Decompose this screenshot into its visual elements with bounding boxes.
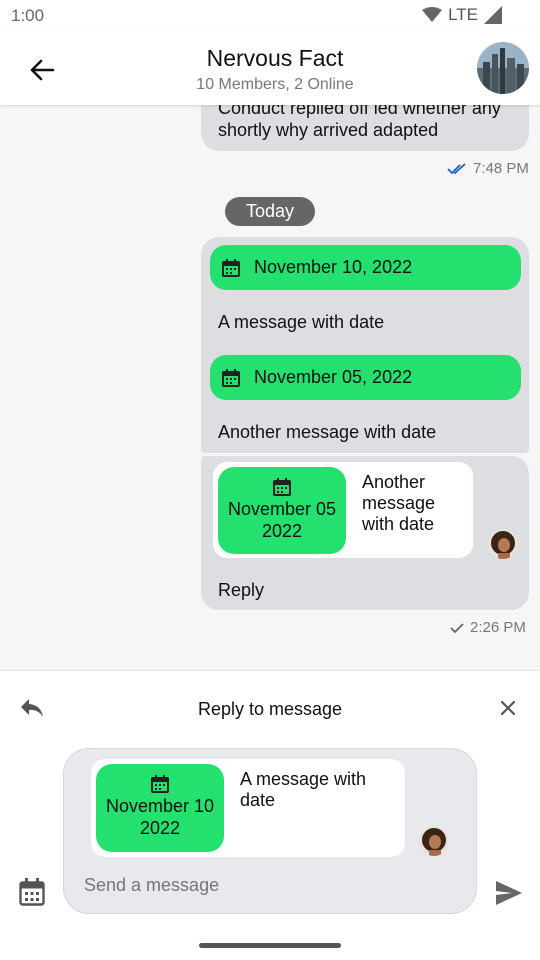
message-text: A message with date <box>218 312 385 332</box>
message-list[interactable]: Conduct replied off led whether any shor… <box>0 105 540 670</box>
date-attachment-label: November 10, 2022 <box>254 257 413 277</box>
calendar-icon <box>273 478 291 496</box>
composer-panel: Reply to message November 10 2022 A mess… <box>0 670 540 960</box>
date-attachment-label: November 05, 2022 <box>254 367 413 387</box>
reply-title: Reply to message <box>197 699 343 719</box>
reply-quoted-text: A message with date <box>240 769 367 810</box>
home-indicator[interactable] <box>199 943 341 948</box>
quoted-date-line2: 2022 <box>261 521 303 541</box>
calendar-icon <box>222 368 240 387</box>
message-text: Reply <box>218 580 265 600</box>
message-meta: 2:26 PM <box>450 619 526 636</box>
channel-title[interactable]: Nervous Fact <box>0 45 540 72</box>
status-time: 1:00 <box>11 6 45 25</box>
channel-avatar[interactable] <box>477 42 529 94</box>
calendar-icon[interactable] <box>19 878 45 906</box>
date-attachment[interactable]: November 05, 2022 <box>210 355 521 400</box>
signal-icon <box>484 6 502 24</box>
message-time: 7:48 PM <box>473 160 529 177</box>
send-icon[interactable] <box>494 878 524 908</box>
message-text: Another message with date <box>218 422 437 442</box>
chat-header: Nervous Fact 10 Members, 2 Online <box>0 32 540 105</box>
reply-quoted-date: November 10 2022 <box>96 764 224 852</box>
calendar-icon <box>151 775 169 793</box>
message-input[interactable] <box>84 875 384 896</box>
message-time: 2:26 PM <box>470 619 526 636</box>
calendar-icon <box>222 258 240 277</box>
message-meta: 7:48 PM <box>447 160 529 177</box>
network-type: LTE <box>448 5 478 24</box>
reply-quoted-date-line1: November 10 <box>105 796 215 816</box>
check-icon <box>450 622 464 633</box>
date-attachment[interactable]: November 10, 2022 <box>210 245 521 290</box>
quoted-author-avatar[interactable] <box>488 529 518 559</box>
close-icon[interactable] <box>498 698 518 718</box>
wifi-icon <box>422 7 443 22</box>
channel-subtitle: 10 Members, 2 Online <box>196 76 354 93</box>
quoted-date-line1: November 05 <box>227 499 337 519</box>
quoted-date-attachment: November 05 2022 <box>218 467 346 554</box>
double-check-icon <box>447 162 466 174</box>
quoted-text: Another message with date <box>362 472 436 534</box>
reply-quoted-author-avatar <box>419 826 449 856</box>
status-bar: 1:00 LTE <box>0 0 540 32</box>
message-text: Conduct replied off led whether any shor… <box>218 105 501 140</box>
status-icons: LTE <box>422 5 502 25</box>
date-separator: Today <box>225 197 315 226</box>
message-composer[interactable]: November 10 2022 A message with date <box>63 748 477 914</box>
reply-quoted-date-line2: 2022 <box>139 818 181 838</box>
